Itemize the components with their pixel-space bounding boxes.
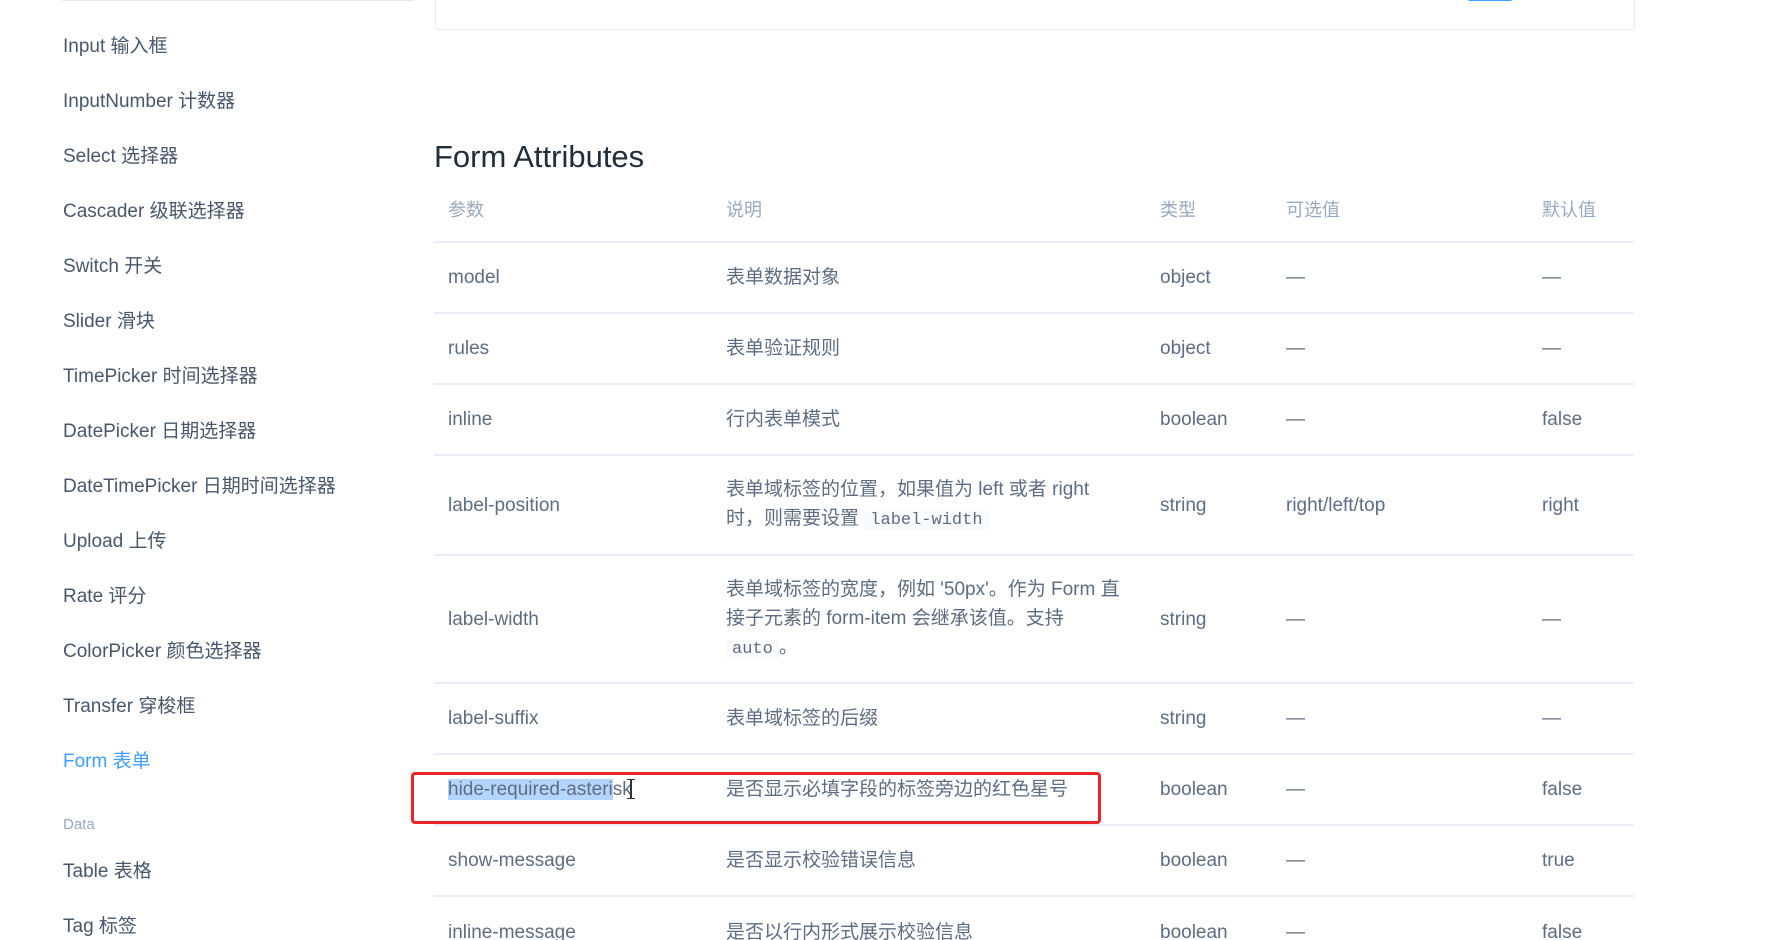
annotation-highlight-box	[411, 772, 1101, 824]
sidebar-item-colorpicker[interactable]: ColorPicker 颜色选择器	[63, 640, 261, 664]
cell-default: —	[1542, 338, 1561, 359]
cell-param: show-message	[448, 850, 576, 871]
cell-desc: 表单域标签的后缀	[726, 708, 879, 729]
table-row: model 表单数据对象 object — —	[434, 243, 1634, 314]
table-row: inline-message 是否以行内形式展示校验信息 boolean — f…	[434, 897, 1634, 940]
cell-options: —	[1286, 267, 1305, 288]
cell-type: boolean	[1160, 850, 1228, 871]
cell-type: object	[1160, 338, 1211, 359]
column-header-param: 参数	[448, 200, 484, 220]
cell-type: boolean	[1160, 779, 1228, 800]
cell-param: inline	[448, 409, 493, 430]
cell-desc: 表单数据对象	[726, 267, 841, 288]
cell-desc: 行内表单模式	[726, 409, 841, 430]
column-header-default: 默认值	[1542, 200, 1596, 220]
cell-default: false	[1542, 922, 1583, 940]
cell-desc: 表单域标签的位置，如果值为 left 或者 right 时，则需要设置 labe…	[726, 456, 1126, 554]
cell-default: false	[1542, 779, 1583, 800]
cell-param: inline-message	[448, 922, 576, 940]
table-row: label-width 表单域标签的宽度，例如 '50px'。作为 Form 直…	[434, 556, 1634, 684]
cell-options: —	[1286, 708, 1305, 729]
cell-desc: 表单域标签的宽度，例如 '50px'。作为 Form 直接子元素的 form-i…	[726, 556, 1126, 682]
table-row: inline 行内表单模式 boolean — false	[434, 385, 1634, 456]
column-header-type: 类型	[1160, 200, 1196, 220]
column-header-options: 可选值	[1286, 200, 1340, 220]
sidebar-item-slider[interactable]: Slider 滑块	[63, 310, 155, 334]
cell-options: —	[1286, 850, 1305, 871]
cell-desc: 是否以行内形式展示校验信息	[726, 922, 974, 940]
sidebar-item-timepicker[interactable]: TimePicker 时间选择器	[63, 365, 258, 389]
sidebar-group-data: Data	[63, 816, 95, 833]
table-row: label-suffix 表单域标签的后缀 string — —	[434, 684, 1634, 755]
table-row: label-position 表单域标签的位置，如果值为 left 或者 rig…	[434, 456, 1634, 556]
form-attributes-table: 参数 说明 类型 可选值 默认值 model 表单数据对象 object — —…	[434, 180, 1634, 940]
sidebar-item-table[interactable]: Table 表格	[63, 860, 152, 884]
sidebar-item-tag[interactable]: Tag 标签	[63, 915, 137, 939]
cell-type: boolean	[1160, 409, 1228, 430]
cell-default: —	[1542, 708, 1561, 729]
sidebar-item-transfer[interactable]: Transfer 穿梭框	[63, 695, 195, 719]
desc-text-after: 。	[778, 636, 798, 658]
docs-page: Input 输入框 InputNumber 计数器 Select 选择器 Cas…	[0, 0, 1765, 940]
column-header-desc: 说明	[726, 200, 762, 220]
cell-param: rules	[448, 338, 490, 359]
inline-code: label-width	[864, 511, 989, 530]
sidebar-item-datetimepicker[interactable]: DateTimePicker 日期时间选择器	[63, 475, 336, 499]
sidebar-item-form[interactable]: Form 表单	[63, 750, 151, 774]
sidebar-item-select[interactable]: Select 选择器	[63, 145, 178, 169]
cell-param: label-position	[448, 494, 560, 516]
cell-options: —	[1286, 779, 1305, 800]
cell-options: —	[1286, 608, 1305, 630]
table-row: rules 表单验证规则 object — —	[434, 314, 1634, 385]
cell-options: —	[1286, 409, 1305, 430]
cell-desc: 是否显示校验错误信息	[726, 850, 917, 871]
table-header-row: 参数 说明 类型 可选值 默认值	[434, 180, 1634, 243]
cell-default: —	[1542, 608, 1561, 630]
text-cursor-icon	[626, 778, 636, 800]
cell-type: string	[1160, 494, 1207, 516]
sidebar-item-upload[interactable]: Upload 上传	[63, 530, 167, 554]
desc-text: 表单域标签的宽度，例如 '50px'。作为 Form 直接子元素的 form-i…	[726, 578, 1120, 629]
cell-default: right	[1542, 494, 1579, 516]
cell-desc-text: 表单域标签的宽度，例如 '50px'。作为 Form 直接子元素的 form-i…	[726, 575, 1126, 664]
cell-desc: 表单验证规则	[726, 338, 841, 359]
sidebar-item-switch[interactable]: Switch 开关	[63, 255, 162, 279]
cell-type: object	[1160, 267, 1211, 288]
sidebar-item-inputnumber[interactable]: InputNumber 计数器	[63, 90, 235, 114]
table-row: show-message 是否显示校验错误信息 boolean — true	[434, 826, 1634, 897]
demo-block-accent	[1468, 0, 1512, 1]
cell-type: string	[1160, 608, 1207, 630]
cell-options: right/left/top	[1286, 494, 1386, 516]
demo-block	[435, 0, 1635, 30]
sidebar-item-rate[interactable]: Rate 评分	[63, 585, 146, 609]
sidebar-item-datepicker[interactable]: DatePicker 日期选择器	[63, 420, 256, 444]
cell-options: —	[1286, 922, 1305, 940]
cell-param: model	[448, 267, 500, 288]
cell-param: label-suffix	[448, 708, 539, 729]
section-title: Form Attributes	[434, 139, 645, 174]
cell-default: false	[1542, 409, 1583, 430]
sidebar-item-input[interactable]: Input 输入框	[63, 35, 168, 59]
cell-type: boolean	[1160, 922, 1228, 940]
sidebar-item-cascader[interactable]: Cascader 级联选择器	[63, 200, 245, 224]
cell-type: string	[1160, 708, 1207, 729]
inline-code: auto	[726, 639, 779, 659]
cell-options: —	[1286, 338, 1305, 359]
cell-desc-text: 表单域标签的位置，如果值为 left 或者 right 时，则需要设置 labe…	[726, 475, 1126, 535]
cell-param: label-width	[448, 608, 539, 630]
cell-default: —	[1542, 267, 1561, 288]
sidebar-nav: Input 输入框 InputNumber 计数器 Select 选择器 Cas…	[0, 0, 420, 940]
cell-default: true	[1542, 850, 1575, 871]
